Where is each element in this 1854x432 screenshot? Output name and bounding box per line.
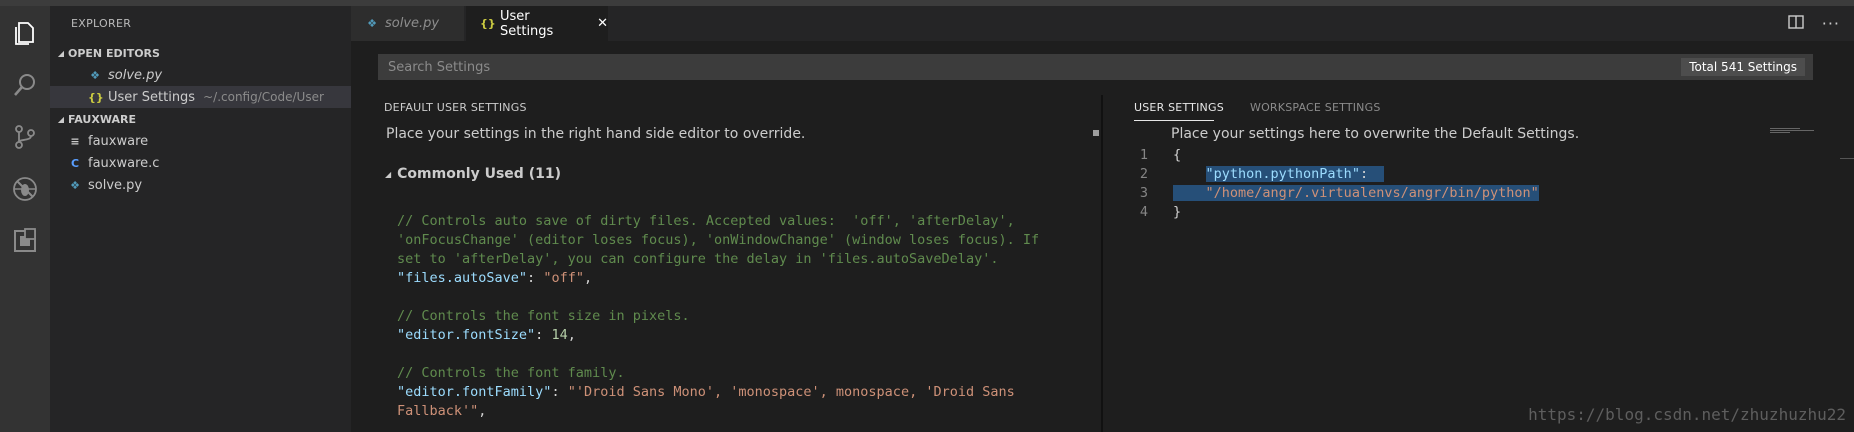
user-settings-code[interactable]: { "python.pythonPath": "/home/angr/.virt… [1173,146,1539,222]
default-settings-title: DEFAULT USER SETTINGS [384,101,527,114]
code-line: // Controls the font size in pixels. [397,308,690,324]
file-label: solve.py [88,177,143,193]
extensions-icon[interactable] [10,226,40,256]
text-file-icon: ≡ [70,134,80,148]
scrollbar-marker[interactable] [1840,158,1854,159]
code-line: Fallback'", [397,403,487,419]
tab-solve-py[interactable]: ❖ solve.py [351,6,464,41]
active-scope-underline [1134,120,1214,121]
code-line: 'onFocusChange' (editor loses focus), 'o… [397,232,1040,248]
json-file-icon: {} [480,17,496,30]
activity-bar [0,6,50,432]
open-editor-solve-py[interactable]: ❖ solve.py [50,64,351,86]
search-settings-input[interactable] [388,54,1388,80]
section-label: FAUXWARE [68,112,136,126]
code-line: "files.autoSave": "off", [397,270,593,286]
chevron-down-icon: ◢ [385,169,392,179]
commonly-used-group[interactable]: ◢ Commonly Used (11) [385,166,561,182]
file-solve-py[interactable]: ❖ solve.py [50,174,351,196]
tab-user-settings[interactable]: {} User Settings ✕ [466,6,608,41]
line-number: 2 [1139,166,1148,182]
code-line: "python.pythonPath": [1205,166,1385,182]
line-number-gutter: 1 2 3 4 [1138,146,1148,222]
line-number: 4 [1139,204,1148,220]
tab-label: solve.py [385,16,440,31]
default-settings-code[interactable]: // Controls auto save of dirty files. Ac… [397,212,1039,421]
default-settings-info: Place your settings in the right hand si… [386,126,806,142]
folder-section[interactable]: ◢ FAUXWARE [50,108,351,130]
open-editor-label: solve.py [108,67,163,83]
code-line: set to 'afterDelay', you can configure t… [397,251,999,267]
line-number: 3 [1139,185,1148,201]
editor-split-divider[interactable] [1101,95,1103,432]
code-line: "editor.fontFamily": "'Droid Sans Mono',… [397,384,1015,400]
code-line: { [1173,147,1182,163]
c-file-icon: C [70,156,80,170]
source-control-icon[interactable] [10,122,40,152]
scrollbar-marker[interactable] [1093,130,1099,136]
explorer-icon[interactable] [10,18,40,48]
file-fauxware[interactable]: ≡ fauxware [50,130,351,152]
settings-search-bar: Total 541 Settings [378,54,1813,80]
code-line: "/home/angr/.virtualenvs/angr/bin/python… [1173,184,1539,203]
minimap[interactable] [1770,128,1814,134]
open-editor-path: ~/.config/Code/User [203,90,324,104]
open-editors-section[interactable]: ◢ OPEN EDITORS [50,42,351,64]
python-file-icon: ❖ [70,178,80,192]
watermark: https://blog.csdn.net/zhuzhuzhu22 [1528,405,1846,424]
python-file-icon: ❖ [367,17,377,30]
sidebar-title: EXPLORER [71,17,132,30]
open-editor-user-settings[interactable]: {} User Settings ~/.config/Code/User [50,86,351,108]
line-number: 1 [1139,147,1148,163]
close-icon[interactable]: ✕ [597,16,608,31]
explorer-sidebar: EXPLORER ◢ OPEN EDITORS ❖ solve.py {} Us… [50,6,351,432]
selected-key: "python.pythonPath" [1205,166,1360,182]
tab-workspace-settings-scope[interactable]: WORKSPACE SETTINGS [1250,101,1381,114]
chevron-down-icon: ◢ [57,114,65,124]
settings-count-badge: Total 541 Settings [1681,58,1805,76]
selected-value: "/home/angr/.virtualenvs/angr/bin/python… [1205,185,1539,201]
user-settings-info: Place your settings here to overwrite th… [1171,126,1580,142]
code-line: "editor.fontSize": 14, [397,327,576,343]
code-line: } [1173,204,1182,220]
open-editor-label: User Settings [108,89,196,105]
code-line: // Controls auto save of dirty files. Ac… [397,213,1015,229]
editor-tab-bar: ❖ solve.py {} User Settings ✕ ··· [351,6,1854,41]
editor-actions: ··· [1788,6,1840,41]
tab-label: User Settings [500,8,554,39]
group-label: Commonly Used (11) [397,166,561,182]
tab-user-settings-scope[interactable]: USER SETTINGS [1134,101,1224,114]
file-fauxware-c[interactable]: C fauxware.c [50,152,351,174]
section-label: OPEN EDITORS [68,46,160,60]
python-file-icon: ❖ [90,68,100,82]
code-line: // Controls the font family. [397,365,625,381]
chevron-down-icon: ◢ [57,48,65,58]
search-icon[interactable] [10,70,40,100]
split-editor-icon[interactable] [1788,14,1804,33]
debug-icon[interactable] [10,174,40,204]
file-label: fauxware [88,133,149,149]
file-label: fauxware.c [88,155,160,171]
json-file-icon: {} [88,90,104,104]
more-actions-icon[interactable]: ··· [1822,14,1840,33]
